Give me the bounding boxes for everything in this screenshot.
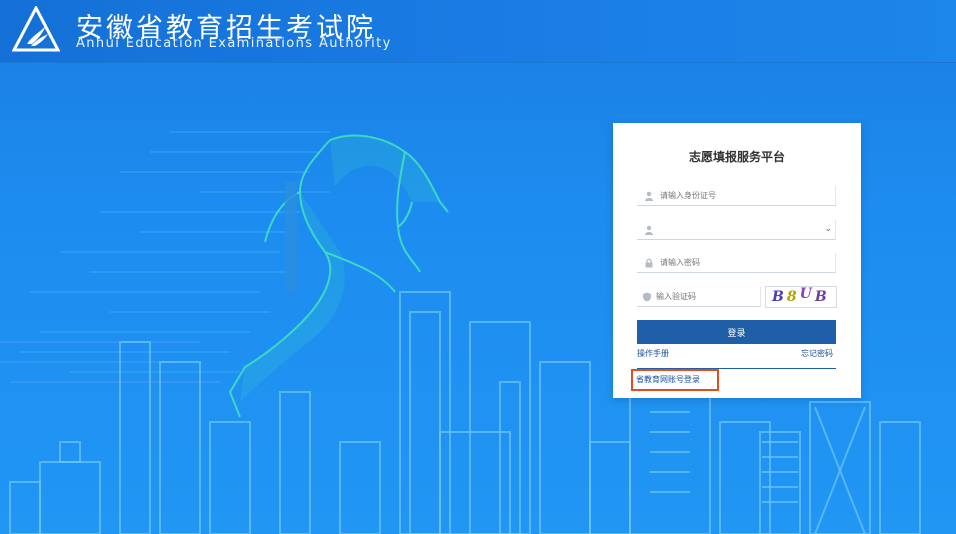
id-number-input[interactable] bbox=[660, 191, 820, 200]
account-type-select[interactable]: ⌄ bbox=[637, 220, 836, 240]
captcha-char: B bbox=[772, 289, 784, 305]
manual-link[interactable]: 操作手册 bbox=[637, 348, 669, 359]
login-card: 志愿填报服务平台 ⌄ B 8 U B 登录 操作手册 忘记密码 省教育网账号登录 bbox=[613, 123, 861, 398]
id-number-field[interactable] bbox=[637, 186, 836, 206]
shield-icon bbox=[642, 290, 652, 304]
chevron-down-icon: ⌄ bbox=[824, 224, 832, 234]
captcha-field[interactable] bbox=[637, 287, 761, 307]
captcha-image[interactable]: B 8 U B bbox=[765, 286, 837, 308]
login-button[interactable]: 登录 bbox=[637, 320, 836, 344]
captcha-input[interactable] bbox=[656, 292, 760, 301]
brand-title-en: Anhui Education Examinations Authority bbox=[76, 36, 392, 51]
header-bar: 安徽省教育招生考试院 Anhui Education Examinations … bbox=[0, 0, 956, 62]
logo-icon bbox=[12, 6, 60, 52]
password-field[interactable] bbox=[637, 253, 836, 273]
forgot-password-link[interactable]: 忘记密码 bbox=[801, 348, 833, 359]
lock-icon bbox=[642, 256, 656, 270]
captcha-char: 8 bbox=[786, 289, 797, 305]
user-icon bbox=[642, 223, 656, 237]
password-input[interactable] bbox=[660, 258, 820, 267]
user-icon bbox=[642, 189, 656, 203]
highlight-box bbox=[631, 369, 719, 391]
login-title: 志愿填报服务平台 bbox=[688, 150, 785, 164]
captcha-char: U bbox=[799, 286, 812, 302]
captcha-char: B bbox=[814, 289, 827, 305]
